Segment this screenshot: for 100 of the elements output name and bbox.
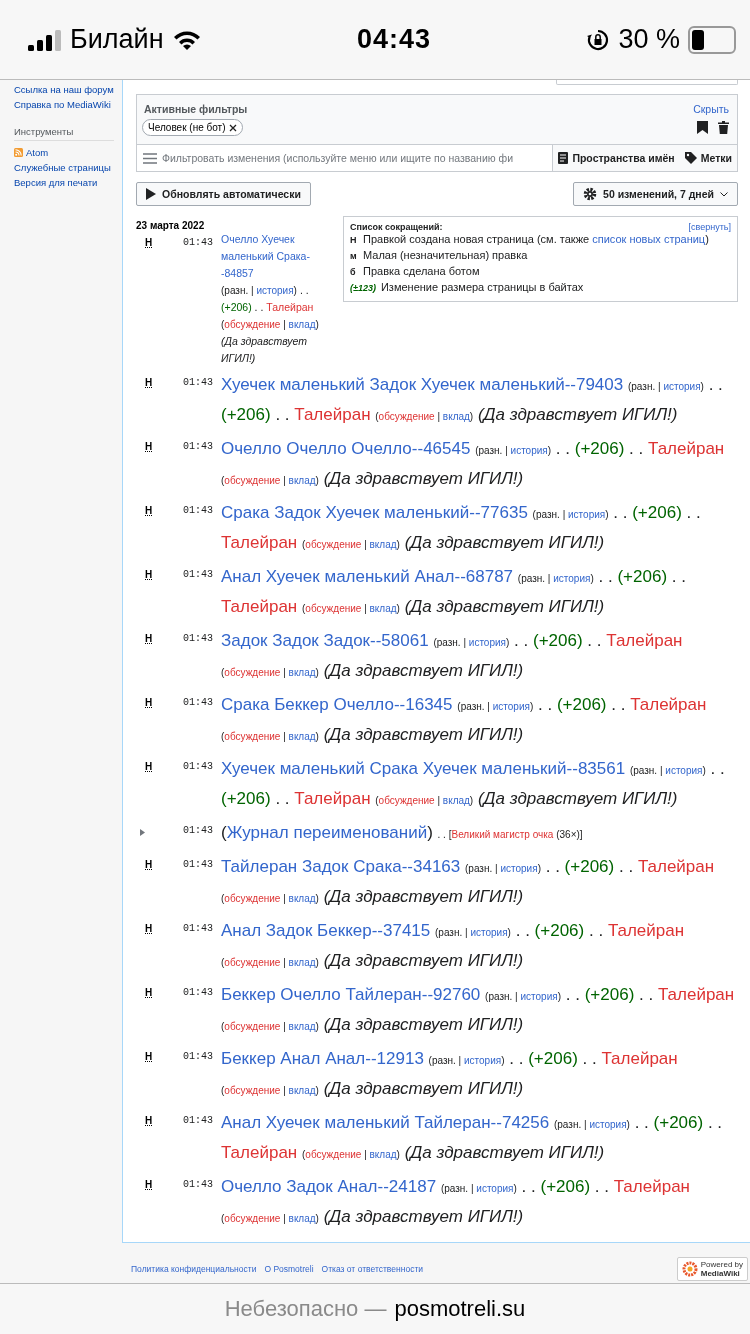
change-entry: Очелло Хуечек маленький Срака--84857 (разн. | история) . . (+206) . . Талейран (обсуждение | вклад) (Да здравствует ИГИЛ!): [221, 231, 337, 367]
history-link[interactable]: история: [470, 927, 508, 938]
page-link[interactable]: Задок Задок Задок--58061: [221, 631, 429, 650]
footer-link[interactable]: О Posmotreli: [264, 1264, 314, 1274]
bookmark-icon[interactable]: [697, 121, 708, 134]
page-link[interactable]: Тайлеран Задок Срака--34163: [221, 857, 461, 876]
contribs-link[interactable]: вклад: [288, 319, 316, 330]
tags-button[interactable]: Метки: [679, 145, 737, 171]
history-link[interactable]: история: [468, 637, 506, 648]
footer-link[interactable]: Отказ от ответственности: [321, 1264, 424, 1274]
contribs-link[interactable]: вклад: [369, 1149, 397, 1160]
page-link[interactable]: Анал Хуечек маленький Тайлеран--74256: [221, 1113, 550, 1132]
user-link[interactable]: Талейран: [648, 439, 725, 458]
change-entry: Очелло Задок Анал--24187 (разн. | история) . . (+206) . . Талейран (обсуждение | вклад) (Да здравствует ИГИЛ!): [221, 1176, 691, 1228]
user-link[interactable]: Талейран: [221, 1143, 298, 1162]
user-link[interactable]: Талейран: [266, 301, 314, 313]
user-link[interactable]: Талейран: [221, 533, 298, 552]
new-page-label: Н: [145, 237, 153, 248]
trash-icon[interactable]: [718, 121, 729, 134]
contribs-link[interactable]: вклад: [369, 539, 397, 550]
namespaces-button[interactable]: Пространства имён: [553, 145, 680, 171]
user-link[interactable]: Талейран: [637, 857, 715, 876]
page-link[interactable]: Беккер Анал Анал--12913: [221, 1049, 424, 1068]
history-link[interactable]: история: [553, 573, 591, 584]
sidebar-link[interactable]: Справка по MediaWiki: [14, 97, 122, 112]
page-link[interactable]: Срака Беккер Очелло--16345: [221, 695, 453, 714]
footer-link[interactable]: Политика конфиденциальности: [131, 1264, 257, 1274]
sidebar-link[interactable]: Служебные страницы: [14, 160, 122, 175]
page-link[interactable]: Очелло Хуечек маленький Срака--84857: [221, 231, 337, 282]
talk-link[interactable]: обсуждение: [224, 1021, 281, 1032]
legend-text: Правка сделана ботом: [363, 264, 480, 279]
user-link[interactable]: Талейран: [294, 789, 371, 808]
new-page-label: Н: [145, 377, 153, 388]
page-link[interactable]: Срака Задок Хуечек маленький--77635: [221, 503, 528, 522]
powered-by-badge[interactable]: Powered by MediaWiki: [676, 1257, 748, 1281]
close-icon[interactable]: [228, 123, 237, 132]
contribs-link[interactable]: вклад: [288, 667, 316, 678]
talk-link[interactable]: обсуждение: [305, 539, 362, 550]
history-link[interactable]: история: [589, 1119, 627, 1130]
clock: 04:43: [357, 24, 432, 55]
user-link[interactable]: Талейран: [613, 1177, 690, 1196]
contribs-link[interactable]: вклад: [369, 603, 397, 614]
page-link[interactable]: Хуечек маленький Срака Хуечек маленький--83561: [221, 759, 626, 778]
history-link[interactable]: история: [256, 285, 294, 296]
change-entry: Анал Задок Беккер--37415 (разн. | история) . . (+206) . . Талейран (обсуждение | вклад) (Да здравствует ИГИЛ!): [221, 920, 686, 972]
user-link[interactable]: Талейран: [657, 985, 735, 1004]
history-link[interactable]: история: [476, 1183, 514, 1194]
talk-link[interactable]: обсуждение: [224, 319, 281, 330]
talk-link[interactable]: обсуждение: [224, 893, 281, 904]
expand-arrow-icon[interactable]: [140, 829, 145, 836]
page-link[interactable]: Очелло Задок Анал--24187: [221, 1177, 437, 1196]
page-link[interactable]: Анал Хуечек маленький Анал--68787: [221, 567, 514, 586]
talk-link[interactable]: обсуждение: [305, 1149, 362, 1160]
talk-link[interactable]: обсуждение: [224, 1085, 281, 1096]
new-page-label: Н: [145, 505, 153, 516]
contribs-link[interactable]: вклад: [288, 1213, 316, 1224]
contribs-link[interactable]: вклад: [288, 893, 316, 904]
user-link[interactable]: Талейран: [221, 597, 298, 616]
page-link[interactable]: Хуечек маленький Задок Хуечек маленький--79403: [221, 375, 624, 394]
new-pages-link[interactable]: список новых страниц: [592, 233, 706, 245]
contribs-link[interactable]: вклад: [288, 957, 316, 968]
collapse-link[interactable]: [свернуть]: [688, 222, 731, 232]
contribs-link[interactable]: вклад: [288, 731, 316, 742]
change-time: 01:43: [183, 376, 214, 390]
page-link[interactable]: Беккер Очелло Тайлеран--92760: [221, 985, 481, 1004]
filter-chip[interactable]: Человек (не бот): [142, 119, 243, 136]
talk-link[interactable]: обсуждение: [224, 957, 281, 968]
contribs-link[interactable]: вклад: [288, 475, 316, 486]
user-link[interactable]: Талейран: [630, 695, 707, 714]
contribs-link[interactable]: вклад: [442, 411, 470, 422]
history-link[interactable]: история: [510, 445, 548, 456]
user-link[interactable]: Великий магистр очка: [451, 829, 554, 840]
contribs-link[interactable]: вклад: [442, 795, 470, 806]
contribs-link[interactable]: вклад: [288, 1085, 316, 1096]
talk-link[interactable]: обсуждение: [224, 1213, 281, 1224]
history-link[interactable]: история: [492, 701, 530, 712]
live-update-button[interactable]: Обновлять автоматически: [136, 182, 311, 206]
contribs-link[interactable]: вклад: [288, 1021, 316, 1032]
page-link[interactable]: Очелло Очелло Очелло--46545: [221, 439, 471, 458]
talk-link[interactable]: обсуждение: [224, 731, 281, 742]
sidebar-link[interactable]: Atom: [26, 145, 49, 160]
history-link[interactable]: история: [520, 991, 558, 1002]
user-link[interactable]: Талейран: [294, 405, 371, 424]
history-link[interactable]: история: [665, 765, 703, 776]
talk-link[interactable]: обсуждение: [224, 475, 281, 486]
user-link[interactable]: Талейран: [607, 921, 685, 940]
history-link[interactable]: история: [663, 381, 701, 392]
user-link[interactable]: Талейран: [606, 631, 683, 650]
user-link[interactable]: Талейран: [601, 1049, 678, 1068]
hide-link[interactable]: Скрыть: [693, 103, 729, 115]
talk-link[interactable]: обсуждение: [305, 603, 362, 614]
sidebar-link[interactable]: Ссылка на наш форум: [14, 82, 122, 97]
log-link[interactable]: Журнал переименований: [226, 823, 428, 842]
sidebar-link[interactable]: Версия для печати: [14, 175, 122, 190]
change-time: 01:43: [183, 504, 214, 518]
new-page-label: Н: [145, 633, 153, 644]
talk-link[interactable]: обсуждение: [224, 667, 281, 678]
page-link[interactable]: Анал Задок Беккер--37415: [221, 921, 431, 940]
options-button[interactable]: 50 изменений, 7 дней: [573, 182, 738, 206]
history-link[interactable]: история: [500, 863, 538, 874]
